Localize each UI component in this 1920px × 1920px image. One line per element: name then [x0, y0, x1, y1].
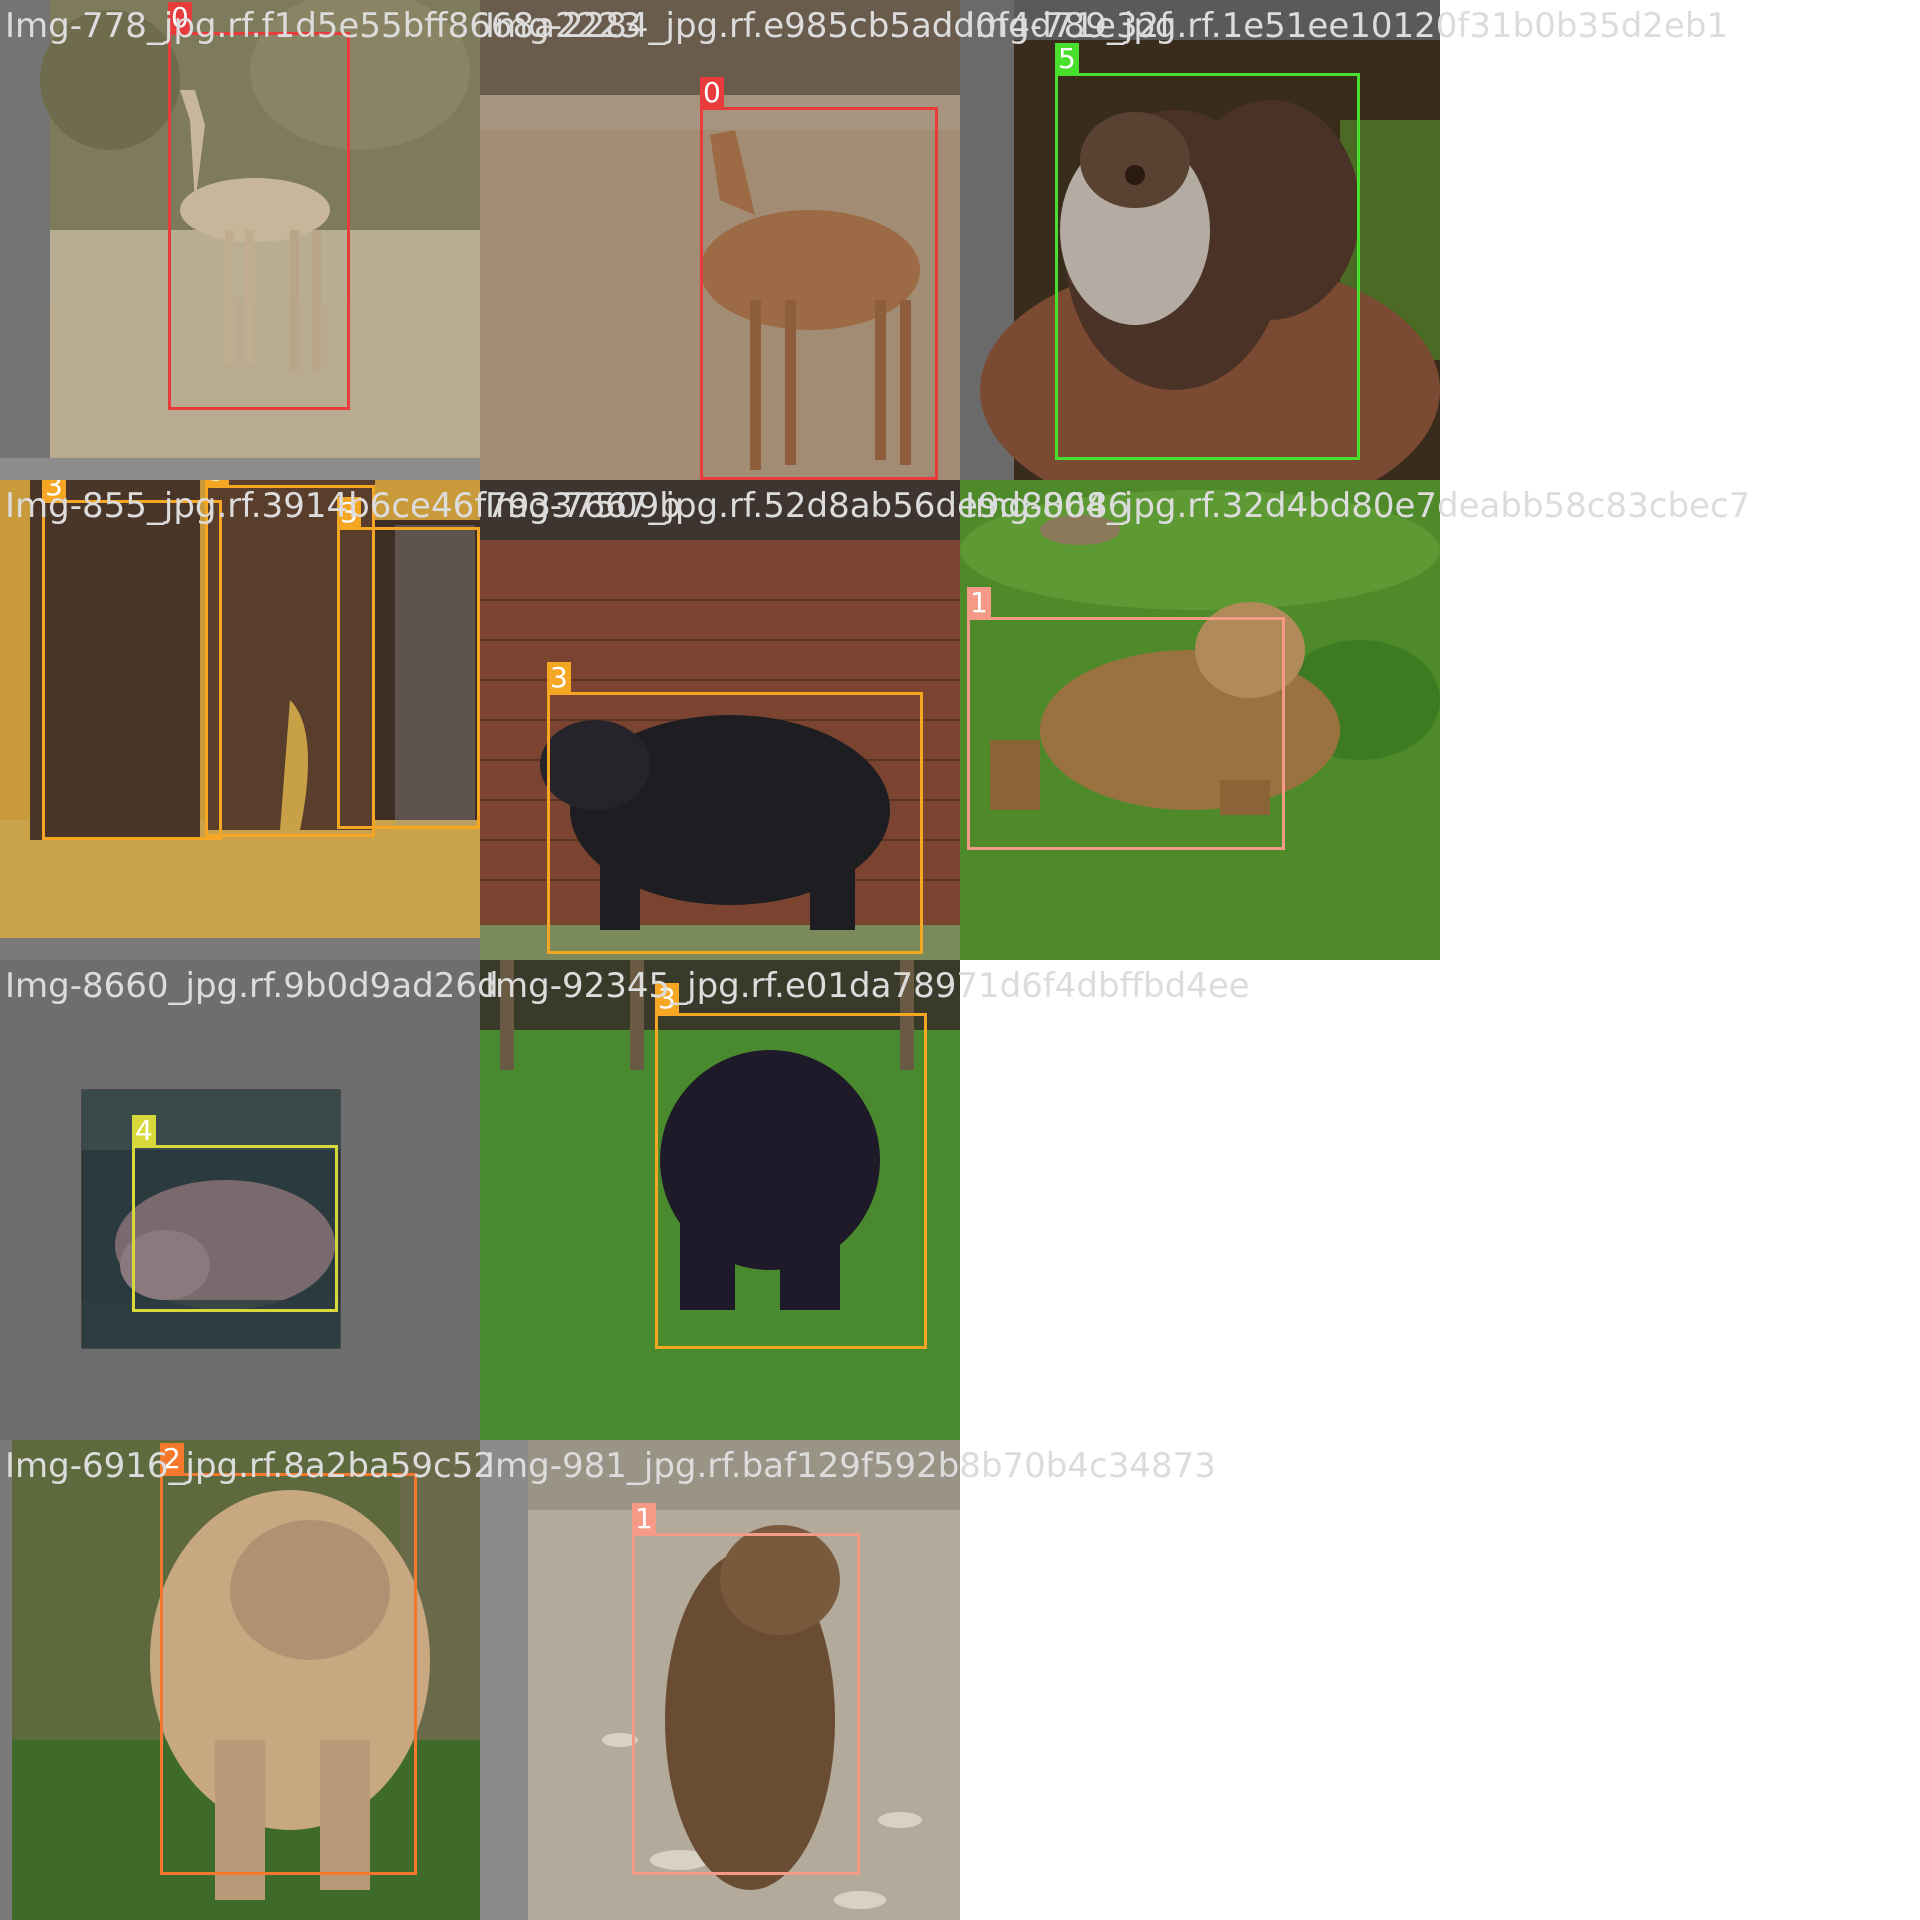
bbox-chimp-wall: 3 — [547, 662, 923, 954]
tile-gazelle: 0 — [0, 0, 480, 480]
tile-hippo: 4 — [0, 960, 480, 1440]
bbox-class-label: 2 — [160, 1443, 184, 1475]
tile-hartebeest: 0 — [480, 0, 960, 480]
bbox-chimp-walking: 3 — [655, 983, 927, 1349]
bbox-bear-gravel: 1 — [632, 1503, 860, 1875]
bbox-gazelle: 0 — [168, 2, 350, 410]
tile-bear-grass: 1 — [960, 480, 1440, 960]
bbox-class-label: 4 — [132, 1115, 156, 1147]
bbox-bear-grass: 1 — [967, 587, 1285, 850]
bbox-class-label: 1 — [632, 1503, 656, 1535]
bbox-lynx: 2 — [160, 1443, 417, 1875]
bbox-class-label: 3 — [42, 480, 66, 502]
tile-chimp-wall: 3 — [480, 480, 960, 960]
detection-mosaic: 0 0 5 3 3 3 1 4 3 2 1 Img-778_jpg.rf.f1d… — [0, 0, 1920, 1920]
tile-bear-gravel: 1 — [480, 1440, 960, 1920]
bbox-hartebeest: 0 — [700, 77, 938, 480]
bbox-class-label: 1 — [967, 587, 991, 619]
tile-otter: 5 — [960, 0, 1440, 480]
bbox-hippo: 4 — [132, 1115, 338, 1312]
tile-lynx: 2 — [0, 1440, 480, 1920]
tile-chimps-group: 3 3 3 — [0, 480, 480, 960]
bbox-otter: 5 — [1055, 43, 1360, 460]
bbox-class-label: 0 — [700, 77, 724, 109]
bbox-class-label: 5 — [1055, 43, 1079, 75]
bbox-class-label: 3 — [205, 480, 229, 487]
bbox-chimp-3: 3 — [337, 497, 480, 829]
tile-chimp-walking: 3 — [480, 960, 960, 1440]
bbox-chimp-1: 3 — [42, 480, 222, 840]
bbox-class-label: 3 — [547, 662, 571, 694]
bbox-class-label: 0 — [168, 2, 192, 34]
bbox-class-label: 3 — [655, 983, 679, 1015]
bbox-class-label: 3 — [337, 497, 361, 529]
